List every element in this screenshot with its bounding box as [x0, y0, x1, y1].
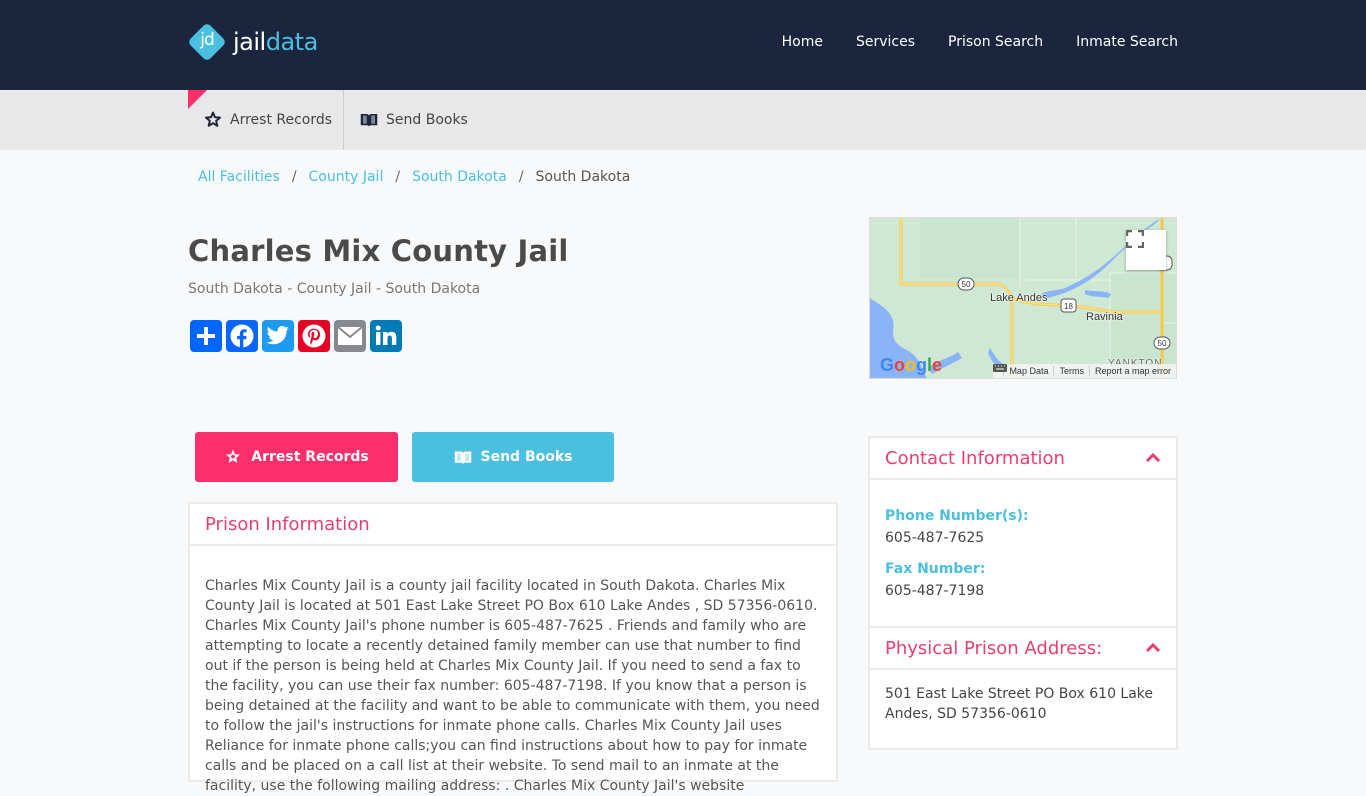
contact-information-header[interactable]: Contact Information: [870, 438, 1176, 480]
send-books-button[interactable]: Send Books: [412, 432, 614, 482]
sheriff-star-icon: [224, 448, 242, 466]
prison-information-heading: Prison Information: [205, 513, 370, 535]
svg-text:18: 18: [1064, 302, 1073, 311]
send-books-label: Send Books: [480, 449, 573, 465]
page-title: Charles Mix County Jail: [188, 234, 569, 268]
plus-icon: [197, 327, 215, 345]
breadcrumb-state[interactable]: South Dakota: [412, 169, 507, 185]
svg-text:50: 50: [962, 280, 971, 289]
breadcrumb-separator: /: [518, 169, 524, 185]
share-facebook-button[interactable]: [226, 320, 258, 352]
route-shield-50: 50: [957, 277, 975, 291]
map-fullscreen-button[interactable]: [1126, 230, 1166, 270]
breadcrumb-current: South Dakota: [535, 169, 631, 185]
top-navbar: jd jaildata Home Services Prison Search …: [0, 0, 1366, 90]
physical-address-header[interactable]: Physical Prison Address:: [870, 628, 1176, 670]
subbar-divider: [343, 90, 344, 150]
phone-value: 605-487-7625: [885, 530, 985, 546]
map-data-link[interactable]: Map Data: [1003, 366, 1053, 376]
book-open-icon: [360, 112, 378, 128]
secondary-bar: Arrest Records Send Books: [0, 90, 1366, 150]
breadcrumb-all-facilities[interactable]: All Facilities: [198, 169, 280, 185]
map-attribution: Map Data Terms Report a map error: [993, 364, 1176, 378]
subbar-arrest-label: Arrest Records: [230, 112, 333, 128]
subbar-send-books[interactable]: Send Books: [360, 90, 468, 150]
arrest-records-button[interactable]: Arrest Records: [195, 432, 398, 482]
nav-home[interactable]: Home: [782, 34, 823, 50]
map-report-error-link[interactable]: Report a map error: [1088, 366, 1176, 376]
subbar-arrest-records[interactable]: Arrest Records: [204, 90, 332, 150]
location-map[interactable]: 50 18 50 Lake Andes Ravinia YANKTON Goog…: [869, 217, 1177, 379]
fax-value: 605-487-7198: [885, 583, 985, 599]
nav-services[interactable]: Services: [856, 34, 915, 50]
contact-information-heading: Contact Information: [885, 447, 1065, 469]
phone-label: Phone Number(s):: [885, 508, 1029, 524]
main-nav: Home Services Prison Search Inmate Searc…: [749, 34, 1178, 50]
physical-address-value: 501 East Lake Street PO Box 610 Lake And…: [885, 686, 1154, 722]
share-pinterest-button[interactable]: [298, 320, 330, 352]
fax-label: Fax Number:: [885, 561, 986, 577]
logo-wordmark: jaildata: [233, 28, 318, 56]
arrest-records-label: Arrest Records: [251, 449, 369, 465]
pinterest-icon: [302, 324, 326, 348]
chevron-up-icon[interactable]: [1145, 643, 1161, 653]
prison-information-panel: Prison Information Charles Mix County Ja…: [188, 502, 838, 794]
book-open-icon: [454, 450, 472, 465]
share-buttons: [190, 320, 402, 352]
breadcrumb-separator: /: [291, 169, 297, 185]
share-email-button[interactable]: [334, 320, 366, 352]
share-twitter-button[interactable]: [262, 320, 294, 352]
linkedin-icon: [375, 325, 397, 345]
breadcrumb-separator: /: [395, 169, 401, 185]
breadcrumb-county-jail[interactable]: County Jail: [309, 169, 384, 185]
prison-information-header: Prison Information: [190, 504, 836, 546]
contact-information-panel: Contact Information Phone Number(s): 605…: [868, 436, 1178, 628]
sheriff-star-icon: [204, 111, 222, 129]
fullscreen-icon: [1126, 230, 1144, 248]
prison-information-text: Charles Mix County Jail is a county jail…: [205, 578, 820, 794]
route-shield-50-east: 50: [1153, 336, 1171, 350]
map-terms-link[interactable]: Terms: [1053, 366, 1089, 376]
google-logo: Google: [880, 355, 943, 375]
share-linkedin-button[interactable]: [370, 320, 402, 352]
subbar-books-label: Send Books: [386, 112, 468, 128]
logo-badge-icon: jd: [187, 22, 227, 62]
map-label-lake-andes: Lake Andes: [990, 292, 1048, 304]
nav-inmate-search[interactable]: Inmate Search: [1076, 34, 1178, 50]
email-icon: [337, 326, 363, 345]
page-subtitle: South Dakota - County Jail - South Dakot…: [188, 281, 481, 297]
jaildata-logo[interactable]: jd jaildata: [187, 22, 318, 62]
route-shield-18: 18: [1060, 298, 1077, 313]
nav-prison-search[interactable]: Prison Search: [948, 34, 1043, 50]
physical-address-panel: Physical Prison Address: 501 East Lake S…: [868, 626, 1178, 750]
share-button[interactable]: [190, 320, 222, 352]
svg-text:50: 50: [1158, 339, 1167, 348]
physical-address-heading: Physical Prison Address:: [885, 637, 1103, 659]
breadcrumb: All Facilities / County Jail / South Dak…: [198, 169, 630, 185]
twitter-icon: [266, 326, 289, 345]
facebook-icon: [230, 324, 254, 348]
map-label-ravinia: Ravinia: [1086, 311, 1123, 323]
chevron-up-icon[interactable]: [1145, 453, 1161, 463]
